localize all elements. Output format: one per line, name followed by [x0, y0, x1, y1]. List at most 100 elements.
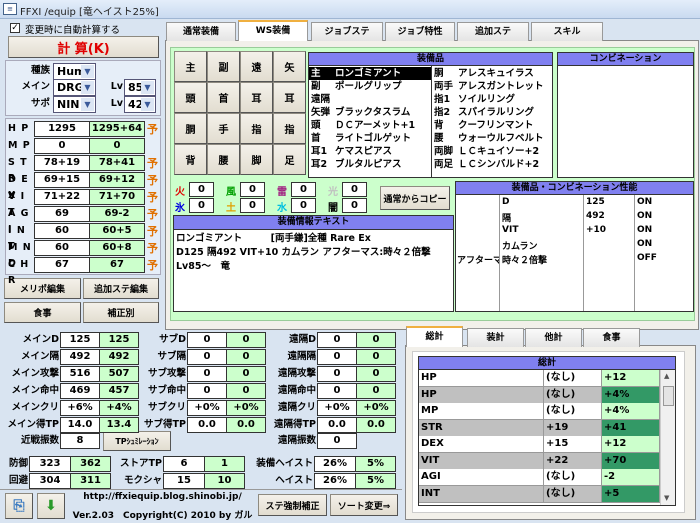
equipment-item[interactable]: 背 クーフリンマント	[432, 119, 552, 132]
summary-row[interactable]: VIT +22 +70	[419, 452, 660, 470]
summary-row[interactable]: INT (なし) +5	[419, 485, 660, 503]
force-stat-correction-button[interactable]: ステ強制補正	[258, 494, 327, 516]
stat-base-value: 60	[34, 223, 90, 239]
element-input[interactable]: 0	[189, 182, 214, 197]
slot-button[interactable]: 手	[207, 113, 240, 144]
sub-lv-select[interactable]: 42 ▼	[124, 96, 156, 113]
summary-row[interactable]: DEX +15 +12	[419, 436, 660, 453]
tab-3[interactable]: ジョブ特性	[385, 22, 455, 41]
equipment-item[interactable]: 矢弾 ブラックタスラム	[309, 106, 431, 119]
equipment-item[interactable]: 腰 ウォーウルフベルト	[432, 132, 552, 145]
main-stat-value: 14.0	[60, 417, 100, 433]
sort-change-button[interactable]: ソート変更⇒	[330, 494, 398, 516]
slot-button[interactable]: 遠	[240, 51, 273, 82]
slot-button[interactable]: 背	[174, 144, 207, 175]
auto-calc-checkbox[interactable]: ✓	[10, 23, 20, 33]
slot-button[interactable]: 副	[207, 51, 240, 82]
slot-button[interactable]: 矢	[273, 51, 306, 82]
slot-button[interactable]: 耳	[273, 82, 306, 113]
equipment-item[interactable]: 両手 アレスガントレット	[432, 80, 552, 93]
element-input[interactable]: 0	[189, 198, 214, 213]
summary-row[interactable]: AGI (なし) -2	[419, 469, 660, 486]
forecast-marker[interactable]: 予	[147, 223, 158, 239]
element-input[interactable]: 0	[342, 182, 367, 197]
info-text-area[interactable]: ロンゴミアント [両手鎌]全種 Rare Ex D125 隔492 VIT+10…	[173, 229, 454, 312]
element-input[interactable]: 0	[240, 198, 265, 213]
equipment-item[interactable]: 主 ロンゴミアント	[309, 67, 431, 80]
summary-table: HP (なし) +12 HP (なし) +4% MP (なし) +4% STR +19 +41 DEX +…	[418, 369, 676, 506]
equipment-item[interactable]: 指2 スパイラルリング	[432, 106, 552, 119]
tab-1[interactable]: WS装備	[238, 20, 308, 41]
scrollbar[interactable]: ▲ ▼	[660, 370, 675, 505]
website-url[interactable]: http://ffxiequip.blog.shinobi.jp/	[70, 492, 255, 502]
summary-row[interactable]: MP (なし) +4%	[419, 403, 660, 420]
summary-row[interactable]: STR +19 +41	[419, 419, 660, 437]
forecast-marker[interactable]: 予	[147, 240, 158, 256]
calculate-button[interactable]: 計 算(K)	[8, 36, 159, 58]
element-input[interactable]: 0	[291, 182, 316, 197]
copy-from-normal-button[interactable]: 通常からコピー	[380, 186, 450, 210]
equipment-item[interactable]: 耳2 ブルタルピアス	[309, 158, 431, 171]
defense-stat-total: 5%	[355, 456, 396, 472]
summary-tab-0[interactable]: 総計	[406, 326, 463, 347]
equipment-item[interactable]: 頭 ＤＣアーメット+1	[309, 119, 431, 132]
tab-4[interactable]: 追加ステ	[457, 22, 529, 41]
slot-button[interactable]: 頭	[174, 82, 207, 113]
combination-list[interactable]	[557, 65, 694, 178]
slot-button[interactable]: 胴	[174, 113, 207, 144]
main-job-select[interactable]: DRG ▼	[53, 79, 96, 96]
forecast-marker[interactable]: 予	[147, 206, 158, 222]
slot-button[interactable]: 足	[273, 144, 306, 175]
summary-row[interactable]: HP (なし) +12	[419, 370, 660, 387]
slot-button[interactable]: 首	[207, 82, 240, 113]
summary-tab-3[interactable]: 食事	[583, 328, 640, 347]
summary-tab-1[interactable]: 装計	[467, 328, 524, 347]
ranged-stat-value: 0	[317, 366, 357, 382]
tab-2[interactable]: ジョブステ	[311, 22, 383, 41]
slot-button[interactable]: 脚	[240, 144, 273, 175]
slot-button[interactable]: 指	[273, 113, 306, 144]
forecast-marker[interactable]: 予	[147, 121, 158, 137]
tp-simulation-button[interactable]: TPｼｭﾐﾚｰｼｮﾝ	[103, 431, 171, 451]
equipment-item[interactable]: 両脚 ＬＣキュイソー+2	[432, 145, 552, 158]
summary-tab-2[interactable]: 他計	[525, 328, 582, 347]
tab-0[interactable]: 通常装備	[166, 22, 236, 41]
combination-header: コンビネーション	[557, 52, 694, 66]
equipment-item[interactable]: 指1 ソイルリング	[432, 93, 552, 106]
food-button[interactable]: 食事	[4, 302, 81, 323]
element-input[interactable]: 0	[342, 198, 367, 213]
load-icon[interactable]: ⬇	[37, 493, 65, 519]
save-icon[interactable]: ⎘	[5, 493, 33, 519]
main-lv-select[interactable]: 85 ▼	[124, 79, 156, 96]
performance-table: D 125 ON 隔 492 ON VIT +10 ON カムラン ON アフターマ 時々２倍撃 OFF	[455, 194, 694, 312]
equipment-item[interactable]: 耳1 ケマスピアス	[309, 145, 431, 158]
tab-5[interactable]: スキル	[531, 22, 603, 41]
equipment-slot-label: 両手	[434, 81, 454, 92]
element-input[interactable]: 0	[240, 182, 265, 197]
slot-button[interactable]: 主	[174, 51, 207, 82]
scroll-thumb[interactable]	[663, 386, 674, 406]
forecast-marker[interactable]: 予	[147, 155, 158, 171]
equipment-item[interactable]: 副 ポールグリップ	[309, 80, 431, 93]
slot-button[interactable]: 耳	[240, 82, 273, 113]
race-select[interactable]: Hum ▼	[53, 63, 96, 80]
main-stat-value: 125	[60, 332, 100, 348]
sub-stat-value: 0	[187, 332, 227, 348]
ranged-stat-total: +0%	[356, 400, 396, 416]
scroll-down-icon[interactable]: ▼	[664, 494, 669, 502]
equipment-item[interactable]: 遠隔	[309, 93, 431, 106]
sub-job-select[interactable]: NIN ▼	[53, 96, 96, 113]
extra-stats-edit-button[interactable]: 追加ステ編集	[83, 278, 159, 299]
forecast-marker[interactable]: 予	[147, 189, 158, 205]
scroll-up-icon[interactable]: ▲	[664, 372, 669, 380]
forecast-marker[interactable]: 予	[147, 257, 158, 273]
slot-button[interactable]: 腰	[207, 144, 240, 175]
equipment-item[interactable]: 胴 アレスキュイラス	[432, 67, 552, 80]
summary-row[interactable]: HP (なし) +4%	[419, 386, 660, 404]
equipment-item[interactable]: 両足 ＬＣシンバルド+2	[432, 158, 552, 171]
slot-button[interactable]: 指	[240, 113, 273, 144]
correction-button[interactable]: 補正別	[83, 302, 159, 323]
forecast-marker[interactable]: 予	[147, 172, 158, 188]
element-input[interactable]: 0	[291, 198, 316, 213]
equipment-item[interactable]: 首 ライトゴルゲット	[309, 132, 431, 145]
